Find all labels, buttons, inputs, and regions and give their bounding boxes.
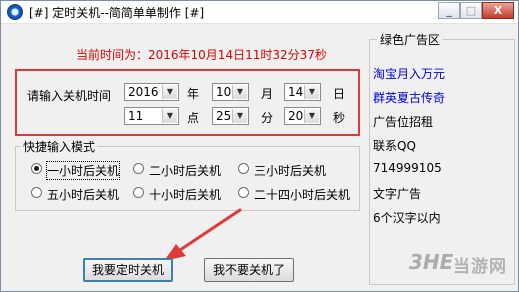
year-unit: 年 xyxy=(187,87,200,101)
hour-unit: 点 xyxy=(187,111,200,125)
radio-icon[interactable] xyxy=(133,163,144,174)
year-value: 2016 xyxy=(128,85,159,99)
ad-link[interactable]: 群英夏古传奇 xyxy=(373,89,445,106)
maximize-button[interactable]: □ xyxy=(460,2,482,19)
chevron-down-icon[interactable]: ▼ xyxy=(304,85,319,99)
radio-icon[interactable] xyxy=(31,187,42,198)
day-select[interactable]: 14 ▼ xyxy=(284,83,321,101)
app-icon xyxy=(7,4,23,20)
chevron-down-icon[interactable]: ▼ xyxy=(162,85,177,99)
hour-value: 11 xyxy=(128,109,144,123)
current-time-label: 当前时间为：2016年10月14日11时32分37秒 xyxy=(76,48,327,62)
year-select[interactable]: 2016 ▼ xyxy=(124,83,179,101)
ad-text: 文字广告 xyxy=(373,187,422,201)
ad-link[interactable]: 淘宝月入万元 xyxy=(373,65,445,82)
radio-label: 十小时后关机 xyxy=(149,188,222,202)
title-bar[interactable]: [#] 定时关机--简简单单制作 [#] _ □ X xyxy=(1,1,518,24)
minute-value: 25 xyxy=(216,109,232,123)
radio-label: 三小时后关机 xyxy=(254,164,327,178)
month-value: 10 xyxy=(216,85,232,99)
watermark: 3HE 当游网 xyxy=(409,246,513,284)
ad-panel-title: 绿色广告区 xyxy=(377,31,444,48)
month-select[interactable]: 10 ▼ xyxy=(212,83,249,101)
watermark-logo: 3HE xyxy=(409,250,454,274)
ad-text: 联系QQ xyxy=(373,139,416,153)
shutdown-time-label: 请输入关机时间 xyxy=(27,89,112,103)
radio-label: 一小时后关机 xyxy=(45,161,121,180)
ad-text: 714999105 xyxy=(373,161,442,175)
minute-select[interactable]: 25 ▼ xyxy=(212,107,249,125)
cancel-shutdown-button[interactable]: 我不要关机了 xyxy=(204,258,294,282)
hour-select[interactable]: 11 ▼ xyxy=(124,107,179,125)
ad-text: 广告位招租 xyxy=(373,115,434,129)
radio-icon[interactable] xyxy=(133,187,144,198)
chevron-down-icon[interactable]: ▼ xyxy=(232,109,247,123)
window-title: [#] 定时关机--简简单单制作 [#] xyxy=(29,6,205,20)
ad-text: 6个汉字以内 xyxy=(373,211,441,225)
chevron-down-icon[interactable]: ▼ xyxy=(304,109,319,123)
day-value: 14 xyxy=(288,85,304,99)
shutdown-button[interactable]: 我要定时关机 xyxy=(83,258,173,282)
radio-selected-icon[interactable] xyxy=(31,163,42,174)
app-window: [#] 定时关机--简简单单制作 [#] _ □ X 当前时间为：2016年10… xyxy=(0,0,519,292)
radio-icon[interactable] xyxy=(238,163,249,174)
watermark-text: 当游网 xyxy=(453,257,507,277)
radio-label: 二十四小时后关机 xyxy=(254,188,351,202)
chevron-down-icon[interactable]: ▼ xyxy=(162,109,177,123)
second-value: 20 xyxy=(288,109,304,123)
month-unit: 月 xyxy=(261,87,274,101)
second-unit: 秒 xyxy=(333,111,346,125)
quick-mode-title: 快捷输入模式 xyxy=(21,138,98,155)
annotation-arrow-icon xyxy=(164,208,242,261)
radio-label: 二小时后关机 xyxy=(149,164,222,178)
minimize-button[interactable]: _ xyxy=(438,2,460,19)
radio-label: 五小时后关机 xyxy=(47,188,120,202)
chevron-down-icon[interactable]: ▼ xyxy=(232,85,247,99)
day-unit: 日 xyxy=(333,87,346,101)
close-button[interactable]: X xyxy=(482,2,514,19)
minute-unit: 分 xyxy=(261,111,274,125)
radio-icon[interactable] xyxy=(238,187,249,198)
second-select[interactable]: 20 ▼ xyxy=(284,107,321,125)
